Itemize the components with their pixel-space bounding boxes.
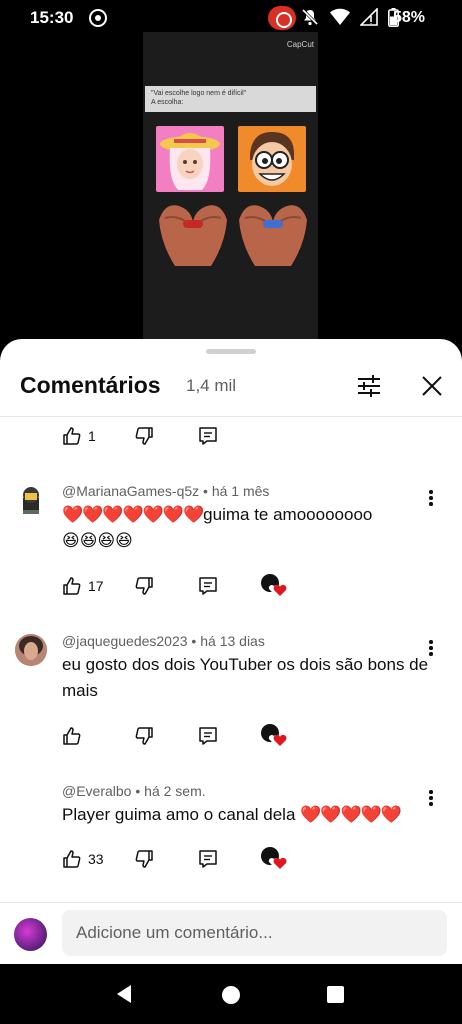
- comment-more-button[interactable]: [420, 485, 440, 509]
- creator-heart-icon: [260, 845, 288, 871]
- video-player[interactable]: CapCut "Vai escolhe logo nem é difícil" …: [0, 32, 462, 346]
- comment-text-hearts: ❤️❤️❤️❤️❤️❤️❤️: [62, 505, 204, 524]
- status-bar: 15:30 58%: [0, 0, 462, 36]
- thumbs-down-icon: [135, 577, 153, 595]
- like-count: 1: [88, 428, 96, 444]
- girl-avatar-image: [156, 126, 224, 192]
- video-caption-line1: "Vai escolhe logo nem é difícil": [151, 90, 247, 97]
- user-avatar[interactable]: [14, 918, 47, 951]
- dislike-button[interactable]: [134, 724, 154, 748]
- reply-button[interactable]: [198, 724, 218, 748]
- comments-sheet: Comentários 1,4 mil 1 @MarianaGames-q5z …: [0, 339, 462, 964]
- hands-blue-pill-image: [235, 200, 311, 270]
- signal-icon: [360, 8, 378, 26]
- thumbs-up-icon: [63, 727, 81, 745]
- like-button[interactable]: 33: [62, 847, 104, 871]
- video-caption-line2: A escolha:: [151, 99, 184, 106]
- comment-text: Player guima amo o canal dela ❤️❤️❤️❤️❤️: [62, 802, 432, 828]
- drag-handle[interactable]: [206, 349, 256, 354]
- thumbs-up-icon: [63, 850, 81, 868]
- battery-percent: 58%: [393, 9, 426, 26]
- comments-list: 1 @MarianaGames-q5z • há 1 mês ❤️❤️❤️❤️❤…: [0, 418, 462, 902]
- mute-icon: [301, 8, 319, 26]
- comment-text-emojis: 😆😆😆😆: [62, 531, 133, 550]
- comments-count: 1,4 mil: [186, 376, 237, 395]
- screen-record-icon: [268, 6, 296, 30]
- comment-input-bar: Adicione um comentário...: [0, 902, 462, 964]
- capcut-watermark: CapCut: [286, 40, 314, 49]
- comment-text-body: Player guima amo o canal dela: [62, 805, 301, 824]
- dislike-button[interactable]: [134, 424, 154, 448]
- reply-icon: [199, 850, 217, 868]
- system-nav-bar: [0, 964, 462, 1024]
- boy-avatar-image: [238, 126, 306, 192]
- reply-button[interactable]: [198, 847, 218, 871]
- comment-time: há 13 dias: [200, 633, 265, 649]
- comment-meta: @MarianaGames-q5z • há 1 mês: [62, 483, 270, 499]
- comment-text-body: guima te amoooooooo: [203, 505, 373, 524]
- creator-heart-icon: [260, 572, 288, 598]
- comments-title: Comentários: [20, 372, 161, 398]
- close-button[interactable]: [417, 371, 447, 401]
- filter-button[interactable]: [354, 371, 384, 401]
- dislike-button[interactable]: [134, 574, 154, 598]
- reply-icon: [199, 727, 217, 745]
- video-caption-box: "Vai escolhe logo nem é difícil" A escol…: [145, 86, 316, 112]
- comment-input[interactable]: Adicione um comentário...: [62, 910, 447, 956]
- status-time: 15:30: [30, 8, 74, 27]
- like-button[interactable]: [62, 724, 88, 748]
- dislike-button[interactable]: [134, 847, 154, 871]
- record-icon: [89, 9, 107, 27]
- thumbs-up-icon: [63, 577, 81, 595]
- comment-text: ❤️❤️❤️❤️❤️❤️❤️guima te amoooooooo 😆😆😆😆: [62, 502, 432, 554]
- thumbs-down-icon: [135, 850, 153, 868]
- comment-meta: @Everalbo • há 2 sem.: [62, 783, 206, 799]
- comment-more-button[interactable]: [420, 785, 440, 809]
- comment-time: há 1 mês: [211, 483, 270, 499]
- reply-icon: [199, 427, 217, 445]
- thumbs-down-icon: [135, 727, 153, 745]
- comment-text: eu gosto dos dois YouTuber os dois são b…: [62, 655, 429, 700]
- comment-meta: @jaqueguedes2023 • há 13 dias: [62, 633, 265, 649]
- close-icon: [422, 376, 442, 396]
- hands-red-pill-image: [155, 200, 231, 270]
- comment-author[interactable]: @Everalbo: [62, 783, 131, 799]
- home-icon[interactable]: [222, 986, 240, 1004]
- sliders-icon: [358, 375, 380, 397]
- back-icon[interactable]: [115, 984, 133, 1004]
- like-button[interactable]: 1: [62, 424, 96, 448]
- comment-avatar[interactable]: [15, 484, 47, 516]
- comments-header: Comentários 1,4 mil: [0, 359, 462, 417]
- comment-avatar[interactable]: [15, 634, 47, 666]
- comment-author[interactable]: @MarianaGames-q5z: [62, 483, 199, 499]
- creator-heart-icon: [260, 722, 288, 748]
- like-button[interactable]: 17: [62, 574, 104, 598]
- thumbs-down-icon: [135, 427, 153, 445]
- recents-icon[interactable]: [327, 986, 344, 1003]
- wifi-icon: [330, 8, 350, 25]
- comment-time: há 2 sem.: [144, 783, 206, 799]
- reply-icon: [199, 577, 217, 595]
- reply-button[interactable]: [198, 574, 218, 598]
- thumbs-up-icon: [63, 427, 81, 445]
- comment-more-button[interactable]: [420, 635, 440, 659]
- reply-button[interactable]: [198, 424, 218, 448]
- like-count: 33: [88, 851, 104, 867]
- like-count: 17: [88, 578, 104, 594]
- comment-author[interactable]: @jaqueguedes2023: [62, 633, 188, 649]
- video-frame[interactable]: CapCut "Vai escolhe logo nem é difícil" …: [143, 32, 318, 342]
- comment-text-hearts: ❤️❤️❤️❤️❤️: [300, 805, 402, 824]
